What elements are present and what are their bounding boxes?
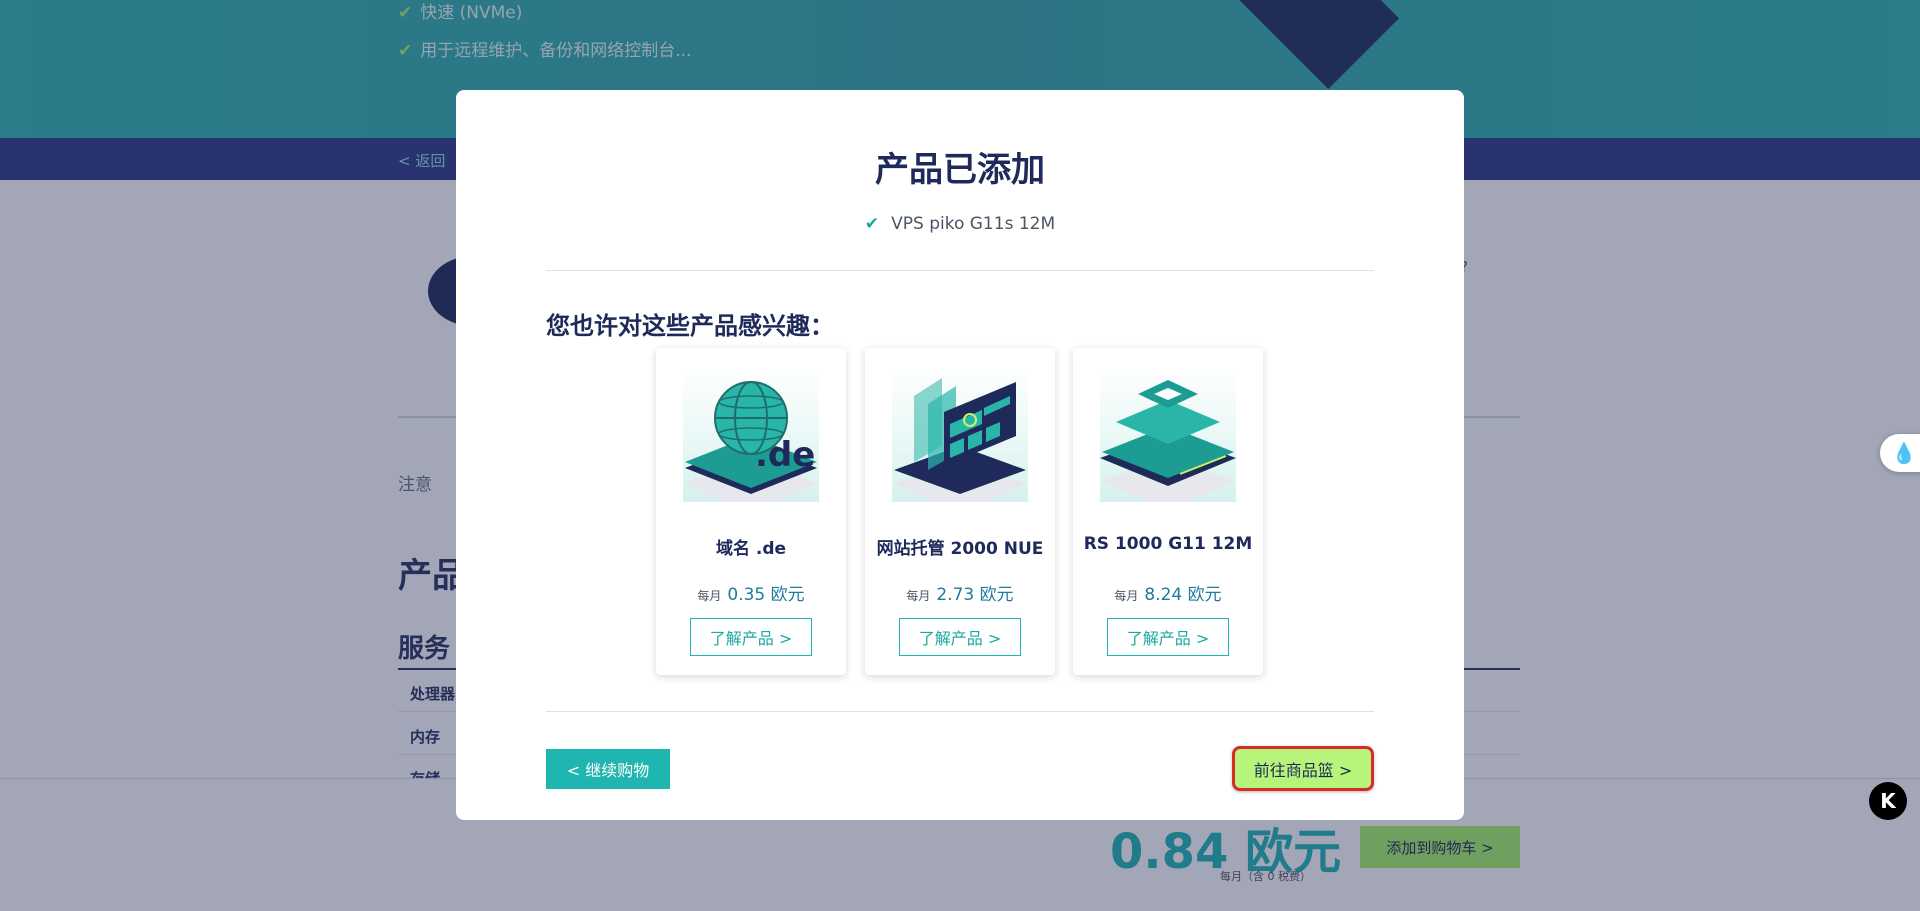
divider [546, 270, 1374, 271]
webhosting-icon [892, 366, 1028, 502]
water-drop-icon[interactable]: 💧 [1880, 434, 1920, 472]
added-product-name: VPS piko G11s 12M [891, 214, 1056, 234]
learn-more-button[interactable]: 了解产品 > [1107, 618, 1229, 656]
go-to-basket-button[interactable]: 前往商品篮 > [1232, 746, 1374, 791]
continue-shopping-button[interactable]: < 继续购物 [546, 749, 670, 789]
globe-de-icon: .de [683, 366, 819, 502]
card-title: 域名 .de [715, 539, 787, 559]
suggestion-card[interactable]: .de 域名 .de 每月 0.35 欧元 了解产品 > [656, 348, 846, 675]
card-title: 网站托管 2000 NUE [876, 539, 1044, 559]
check-icon: ✔ [864, 214, 880, 234]
root-server-icon [1100, 366, 1236, 502]
product-added-modal: 产品已添加 ✔ VPS piko G11s 12M 您也许对这些产品感兴趣： .d… [456, 90, 1464, 820]
suggestions-title: 您也许对这些产品感兴趣： [546, 312, 834, 340]
card-price: 每月 8.24 欧元 [1114, 585, 1222, 605]
added-product: ✔ VPS piko G11s 12M [456, 214, 1464, 234]
svg-text:.de: .de [755, 435, 815, 475]
card-title: RS 1000 G11 12M [1083, 534, 1253, 554]
k-logo-icon[interactable]: K [1869, 782, 1907, 820]
card-price: 每月 2.73 欧元 [906, 585, 1014, 605]
learn-more-button[interactable]: 了解产品 > [899, 618, 1021, 656]
suggestion-card[interactable]: 网站托管 2000 NUE 每月 2.73 欧元 了解产品 > [865, 348, 1055, 675]
divider [546, 711, 1374, 712]
modal-title: 产品已添加 [875, 150, 1045, 190]
suggestion-card[interactable]: RS 1000 G11 12M 每月 8.24 欧元 了解产品 > [1073, 348, 1263, 675]
learn-more-button[interactable]: 了解产品 > [690, 618, 812, 656]
card-price: 每月 0.35 欧元 [697, 585, 805, 605]
